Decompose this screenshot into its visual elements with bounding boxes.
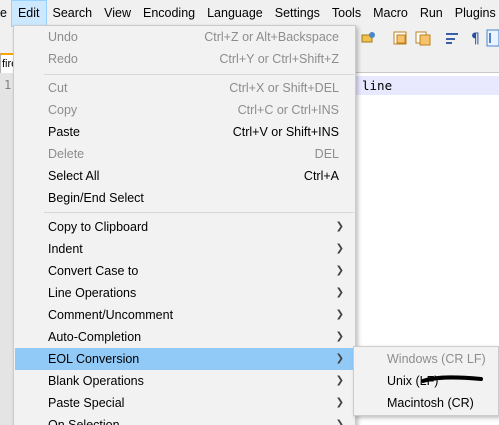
menu-item-comment-uncomment[interactable]: Comment/Uncomment ❯ [15,304,354,326]
menu-item-label: Convert Case to [48,264,139,278]
menu-item-label: Cut [48,81,68,95]
chevron-right-icon: ❯ [335,419,344,425]
menu-run[interactable]: Run [414,0,449,27]
editor-text: line [362,78,393,93]
menu-tools[interactable]: Tools [326,0,367,27]
menu-item-label: Indent [48,242,83,256]
line-number-gutter: 1 [0,73,14,425]
menu-settings[interactable]: Settings [269,0,326,27]
menu-item-shortcut: Ctrl+A [303,169,339,183]
save-icon[interactable] [392,29,410,47]
svg-text:¶: ¶ [471,31,480,47]
wrap-icon[interactable] [444,29,462,47]
menu-item-line-operations[interactable]: Line Operations ❯ [15,282,354,304]
menu-item-shortcut: Ctrl+V or Shift+INS [232,125,339,139]
annotation-scribble [421,375,483,383]
chevron-right-icon: ❯ [335,243,344,254]
chevron-right-icon: ❯ [335,375,344,386]
menu-item-windows-crlf[interactable]: Windows (CR LF) [355,348,499,370]
chevron-right-icon: ❯ [335,397,344,408]
menu-item-delete[interactable]: Delete DEL [15,143,354,165]
menu-macro[interactable]: Macro [367,0,414,27]
menu-search[interactable]: Search [47,0,99,27]
menu-item-shortcut: DEL [314,147,339,161]
chevron-right-icon: ❯ [335,265,344,276]
notepad-plus-plus-window: e Edit Search View Encoding Language Set… [0,0,499,425]
find-replace-icon[interactable] [360,29,378,47]
menu-item-auto-completion[interactable]: Auto-Completion ❯ [15,326,354,348]
menu-item-shortcut: Ctrl+X or Shift+DEL [229,81,339,95]
chevron-right-icon: ❯ [335,287,344,298]
menu-item-label: EOL Conversion [48,352,140,366]
menu-item-redo[interactable]: Redo Ctrl+Y or Ctrl+Shift+Z [15,48,354,70]
menu-item-copy[interactable]: Copy Ctrl+C or Ctrl+INS [15,99,354,121]
menu-item-label: Comment/Uncomment [48,308,174,322]
menu-item-shortcut: Ctrl+Y or Ctrl+Shift+Z [219,52,339,66]
menu-plugins[interactable]: Plugins [449,0,499,27]
menu-item-label: Windows (CR LF) [387,352,486,366]
menu-item-label: Auto-Completion [48,330,142,344]
menu-item-label: Undo [48,30,78,44]
menu-item-label: Copy [48,103,78,117]
menu-language[interactable]: Language [201,0,269,27]
menu-item-label: Redo [48,52,78,66]
edit-menu-dropdown: Undo Ctrl+Z or Alt+Backspace Redo Ctrl+Y… [13,25,356,425]
chevron-right-icon: ❯ [335,309,344,320]
menu-file[interactable]: e [0,0,11,27]
line-number: 1 [4,78,12,92]
chevron-right-icon: ❯ [335,353,344,364]
menu-edit[interactable]: Edit [10,0,47,27]
menu-item-convert-case[interactable]: Convert Case to ❯ [15,260,354,282]
menu-item-undo[interactable]: Undo Ctrl+Z or Alt+Backspace [15,26,354,48]
menu-view[interactable]: View [98,0,137,27]
menu-item-copy-to-clipboard[interactable]: Copy to Clipboard ❯ [15,216,354,238]
menu-item-eol-conversion[interactable]: EOL Conversion ❯ [15,348,354,370]
menu-item-label: Paste [48,125,80,139]
copy-icon[interactable] [414,29,432,47]
menu-item-label: Blank Operations [48,374,144,388]
menu-item-label: Copy to Clipboard [48,220,149,234]
menu-item-select-all[interactable]: Select All Ctrl+A [15,165,354,187]
menu-item-label: Paste Special [48,396,125,410]
menu-item-blank-operations[interactable]: Blank Operations ❯ [15,370,354,392]
menu-item-indent[interactable]: Indent ❯ [15,238,354,260]
show-all-chars-icon[interactable]: ¶ [468,29,486,47]
menu-item-on-selection[interactable]: On Selection ❯ [15,414,354,425]
menu-item-cut[interactable]: Cut Ctrl+X or Shift+DEL [15,77,354,99]
menu-item-macintosh-cr[interactable]: Macintosh (CR) [355,392,499,414]
menu-item-shortcut: Ctrl+C or Ctrl+INS [237,103,339,117]
menu-item-label: Line Operations [48,286,137,300]
menu-encoding[interactable]: Encoding [137,0,201,27]
menu-bar: e Edit Search View Encoding Language Set… [0,0,499,27]
menu-item-label: Macintosh (CR) [387,396,474,410]
chevron-right-icon: ❯ [335,331,344,342]
menu-item-paste[interactable]: Paste Ctrl+V or Shift+INS [15,121,354,143]
menu-separator [44,74,354,75]
menu-item-label: Select All [48,169,100,183]
menu-item-label: Delete [48,147,85,161]
menu-item-begin-end-select[interactable]: Begin/End Select [15,187,354,209]
chevron-right-icon: ❯ [335,221,344,232]
menu-separator [44,212,354,213]
menu-item-paste-special[interactable]: Paste Special ❯ [15,392,354,414]
menu-item-shortcut: Ctrl+Z or Alt+Backspace [204,30,339,44]
indent-guide-icon[interactable] [486,29,499,47]
menu-item-label: On Selection [48,418,120,425]
menu-item-label: Begin/End Select [48,191,144,205]
